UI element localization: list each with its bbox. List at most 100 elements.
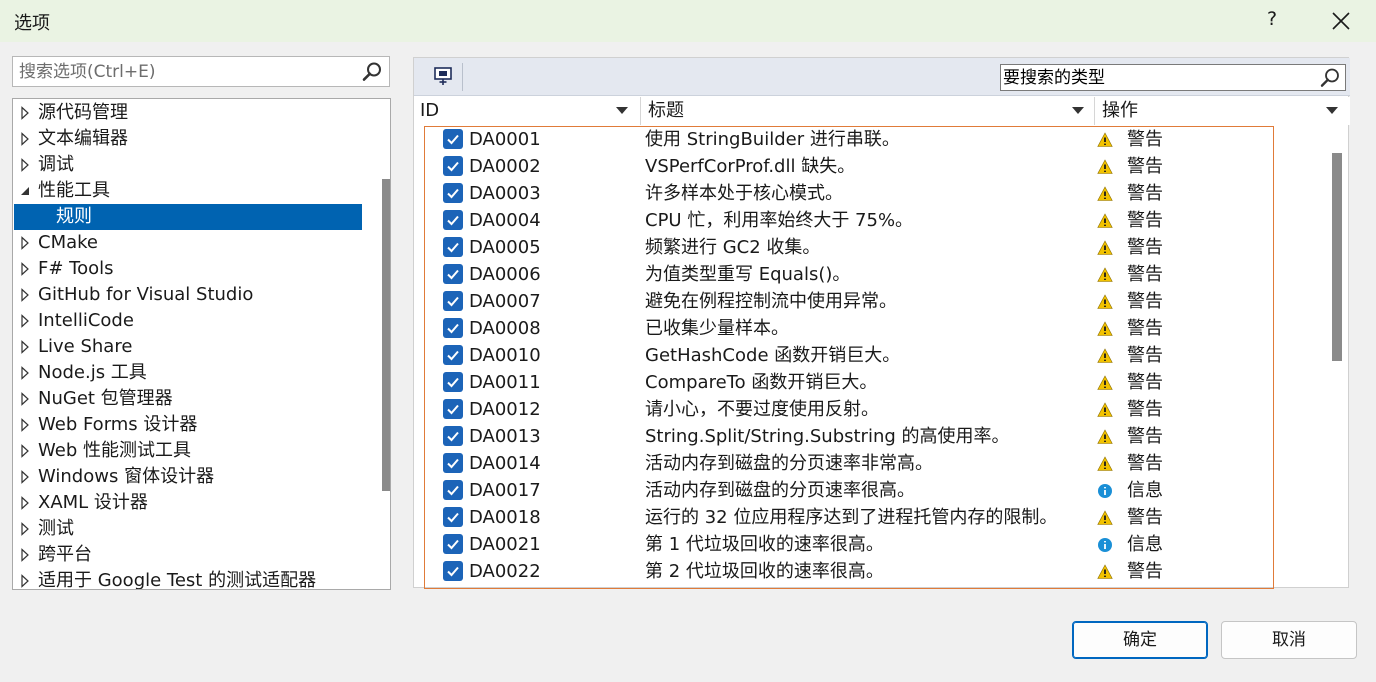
tree-item[interactable]: Node.js 工具: [14, 360, 362, 386]
rule-checkbox[interactable]: [443, 399, 463, 419]
table-row[interactable]: DA0022 第 2 代垃圾回收的速率很高。 警告: [425, 558, 1273, 585]
scrollbar-thumb[interactable]: [1332, 153, 1342, 361]
tree-item[interactable]: Live Share: [14, 334, 362, 360]
rules-scrollbar[interactable]: [1332, 126, 1342, 589]
tree-item[interactable]: 源代码管理: [14, 100, 362, 126]
tree-item[interactable]: 测试: [14, 516, 362, 542]
table-row[interactable]: DA0008 已收集少量样本。 警告: [425, 315, 1273, 342]
rule-severity[interactable]: 警告: [1127, 207, 1163, 234]
rule-checkbox[interactable]: [443, 561, 463, 581]
table-row[interactable]: DA0021 第 1 代垃圾回收的速率很高。 信息: [425, 531, 1273, 558]
table-row[interactable]: DA0017 活动内存到磁盘的分页速率很高。 信息: [425, 477, 1273, 504]
chevron-down-icon[interactable]: [1326, 107, 1338, 114]
tree-item[interactable]: NuGet 包管理器: [14, 386, 362, 412]
pin-icon[interactable]: [432, 65, 454, 87]
rule-severity[interactable]: 警告: [1127, 315, 1163, 342]
tree-item[interactable]: 调试: [14, 152, 362, 178]
tree-item[interactable]: 跨平台: [14, 542, 362, 568]
rule-severity[interactable]: 警告: [1127, 342, 1163, 369]
rule-severity[interactable]: 警告: [1127, 153, 1163, 180]
tree-item[interactable]: 适用于 Google Test 的测试适配器: [14, 568, 362, 589]
collapsed-arrow-icon[interactable]: [18, 314, 32, 328]
rule-checkbox[interactable]: [443, 210, 463, 230]
rule-checkbox[interactable]: [443, 183, 463, 203]
rule-checkbox[interactable]: [443, 372, 463, 392]
rule-checkbox[interactable]: [443, 534, 463, 554]
scrollbar-thumb[interactable]: [382, 179, 390, 491]
search-icon[interactable]: [361, 61, 383, 83]
column-divider[interactable]: [1094, 97, 1095, 125]
rule-checkbox[interactable]: [443, 426, 463, 446]
collapsed-arrow-icon[interactable]: [18, 444, 32, 458]
tree-item[interactable]: F# Tools: [14, 256, 362, 282]
tree-item[interactable]: 性能工具: [14, 178, 362, 204]
collapsed-arrow-icon[interactable]: [18, 262, 32, 276]
tree-item[interactable]: Web 性能测试工具: [14, 438, 362, 464]
rule-severity[interactable]: 警告: [1127, 423, 1163, 450]
chevron-down-icon[interactable]: [1072, 107, 1084, 114]
table-row[interactable]: DA0004 CPU 忙，利用率始终大于 75%。 警告: [425, 207, 1273, 234]
rule-severity[interactable]: 警告: [1127, 261, 1163, 288]
rule-severity[interactable]: 警告: [1127, 288, 1163, 315]
tree-item[interactable]: GitHub for Visual Studio: [14, 282, 362, 308]
collapsed-arrow-icon[interactable]: [18, 418, 32, 432]
rule-severity[interactable]: 警告: [1127, 450, 1163, 477]
collapsed-arrow-icon[interactable]: [18, 158, 32, 172]
options-search-box[interactable]: [12, 56, 390, 87]
tree-item[interactable]: Windows 窗体设计器: [14, 464, 362, 490]
collapsed-arrow-icon[interactable]: [18, 366, 32, 380]
rule-checkbox[interactable]: [443, 507, 463, 527]
rule-checkbox[interactable]: [443, 480, 463, 500]
collapsed-arrow-icon[interactable]: [18, 340, 32, 354]
tree-item[interactable]: IntelliCode: [14, 308, 362, 334]
rule-severity[interactable]: 警告: [1127, 369, 1163, 396]
collapsed-arrow-icon[interactable]: [18, 496, 32, 510]
table-row[interactable]: DA0013 String.Split/String.Substring 的高使用…: [425, 423, 1273, 450]
help-button[interactable]: ?: [1262, 8, 1282, 30]
table-row[interactable]: DA0003 许多样本处于核心模式。 警告: [425, 180, 1273, 207]
expanded-arrow-icon[interactable]: [18, 184, 32, 198]
rule-checkbox[interactable]: [443, 318, 463, 338]
column-header-id[interactable]: ID: [420, 97, 636, 125]
rule-checkbox[interactable]: [443, 129, 463, 149]
table-row[interactable]: DA0005 频繁进行 GC2 收集。 警告: [425, 234, 1273, 261]
table-row[interactable]: DA0006 为值类型重写 Equals()。 警告: [425, 261, 1273, 288]
rule-checkbox[interactable]: [443, 264, 463, 284]
table-row[interactable]: DA0018 运行的 32 位应用程序达到了进程托管内存的限制。 警告: [425, 504, 1273, 531]
table-row[interactable]: DA0002 VSPerfCorProf.dll 缺失。 警告: [425, 153, 1273, 180]
ok-button[interactable]: 确定: [1072, 621, 1208, 659]
tree-scrollbar[interactable]: [382, 179, 390, 589]
search-icon[interactable]: [1319, 67, 1341, 89]
rule-checkbox[interactable]: [443, 453, 463, 473]
collapsed-arrow-icon[interactable]: [18, 392, 32, 406]
rule-severity[interactable]: 警告: [1127, 396, 1163, 423]
tree-item[interactable]: 文本编辑器: [14, 126, 362, 152]
tree-item[interactable]: XAML 设计器: [14, 490, 362, 516]
rule-severity[interactable]: 警告: [1127, 234, 1163, 261]
rule-severity[interactable]: 信息: [1127, 531, 1163, 558]
column-header-title[interactable]: 标题: [648, 97, 1094, 125]
rule-checkbox[interactable]: [443, 291, 463, 311]
rule-severity[interactable]: 警告: [1127, 126, 1163, 153]
tree-item[interactable]: 规则: [14, 204, 362, 230]
rule-severity[interactable]: 警告: [1127, 504, 1163, 531]
table-row[interactable]: DA0014 活动内存到磁盘的分页速率非常高。 警告: [425, 450, 1273, 477]
table-row[interactable]: DA0012 请小心，不要过度使用反射。 警告: [425, 396, 1273, 423]
column-divider[interactable]: [640, 97, 641, 125]
collapsed-arrow-icon[interactable]: [18, 574, 32, 588]
collapsed-arrow-icon[interactable]: [18, 548, 32, 562]
table-row[interactable]: DA0010 GetHashCode 函数开销巨大。 警告: [425, 342, 1273, 369]
options-search-input[interactable]: [19, 60, 359, 83]
type-search-input[interactable]: [1003, 66, 1313, 89]
rule-checkbox[interactable]: [443, 237, 463, 257]
collapsed-arrow-icon[interactable]: [18, 106, 32, 120]
chevron-down-icon[interactable]: [616, 107, 628, 114]
rule-severity[interactable]: 信息: [1127, 477, 1163, 504]
table-row[interactable]: DA0011 CompareTo 函数开销巨大。 警告: [425, 369, 1273, 396]
column-header-action[interactable]: 操作: [1102, 97, 1342, 125]
cancel-button[interactable]: 取消: [1221, 621, 1357, 659]
rule-checkbox[interactable]: [443, 345, 463, 365]
type-search-box[interactable]: [1000, 64, 1346, 91]
rule-severity[interactable]: 警告: [1127, 558, 1163, 585]
collapsed-arrow-icon[interactable]: [18, 132, 32, 146]
